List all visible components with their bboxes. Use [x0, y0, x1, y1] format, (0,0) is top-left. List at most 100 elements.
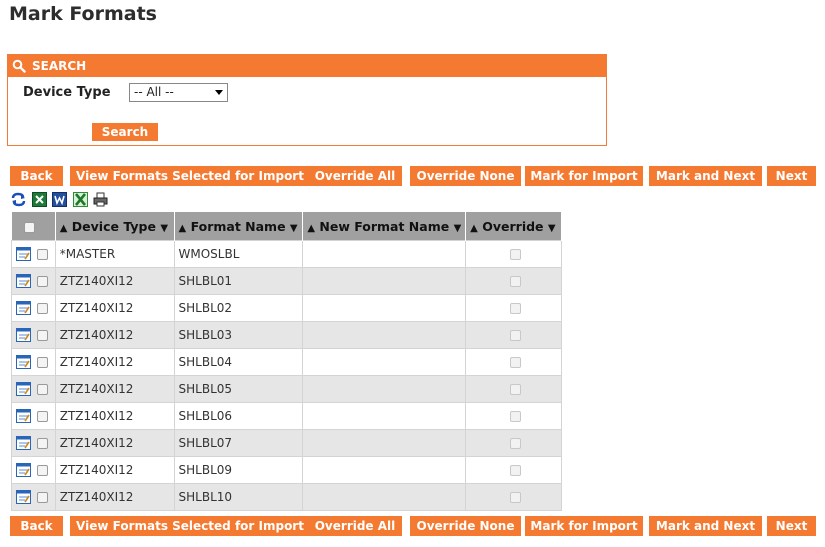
override-all-button[interactable]: Override All	[308, 166, 402, 186]
edit-icon[interactable]	[16, 409, 31, 424]
row-select-cell	[11, 456, 56, 484]
sort-desc-icon[interactable]: ▼	[160, 223, 168, 234]
sort-asc-icon[interactable]: ▲	[307, 223, 315, 234]
word-icon[interactable]	[52, 192, 67, 207]
mark-for-import-button[interactable]: Mark for Import	[525, 516, 643, 536]
device-type-cell: *MASTER	[54, 240, 175, 268]
edit-icon[interactable]	[16, 490, 31, 505]
edit-icon[interactable]	[16, 274, 31, 289]
mark-and-next-button[interactable]: Mark and Next	[649, 166, 762, 186]
override-checkbox[interactable]	[510, 411, 522, 422]
row-checkbox[interactable]	[37, 464, 48, 476]
device-type-cell: ZTZ140XI12	[54, 375, 175, 403]
new-format-name-cell[interactable]	[302, 294, 467, 322]
new-format-name-cell[interactable]	[302, 240, 467, 268]
edit-icon[interactable]	[16, 463, 31, 478]
row-select-cell	[11, 483, 56, 511]
column-header-device-type[interactable]: ▲ Device Type ▼	[55, 212, 175, 241]
row-checkbox[interactable]	[37, 275, 48, 287]
device-type-select[interactable]: -- All --	[129, 83, 228, 102]
next-button[interactable]: Next	[767, 166, 816, 186]
new-format-name-cell[interactable]	[302, 456, 467, 484]
column-header-override[interactable]: ▲ Override ▼	[465, 212, 562, 241]
mark-and-next-button[interactable]: Mark and Next	[649, 516, 762, 536]
sort-asc-icon[interactable]: ▲	[179, 223, 187, 234]
override-cell	[465, 483, 562, 511]
next-button[interactable]: Next	[767, 516, 816, 536]
edit-icon[interactable]	[16, 382, 31, 397]
override-none-button[interactable]: Override None	[410, 516, 521, 536]
edit-icon[interactable]	[16, 355, 31, 370]
override-checkbox[interactable]	[510, 303, 522, 314]
new-format-name-cell[interactable]	[302, 348, 467, 376]
row-checkbox[interactable]	[37, 383, 48, 395]
format-name-cell: SHLBL04	[173, 348, 304, 376]
sort-desc-icon[interactable]: ▼	[548, 223, 556, 234]
override-checkbox[interactable]	[510, 276, 522, 287]
new-format-name-cell[interactable]	[302, 402, 467, 430]
back-button[interactable]: Back	[10, 166, 63, 186]
override-none-button[interactable]: Override None	[410, 166, 521, 186]
back-button[interactable]: Back	[10, 516, 63, 536]
search-button[interactable]: Search	[92, 123, 158, 141]
excel-export-icon[interactable]	[73, 192, 88, 207]
column-header-format-name[interactable]: ▲ Format Name ▼	[174, 212, 304, 241]
new-format-name-cell[interactable]	[302, 321, 467, 349]
new-format-name-cell[interactable]	[302, 483, 467, 511]
row-checkbox[interactable]	[37, 410, 48, 422]
search-header: SEARCH	[8, 55, 606, 77]
row-checkbox[interactable]	[37, 491, 48, 503]
column-header-new-format-name[interactable]: ▲ New Format Name ▼	[302, 212, 467, 241]
column-label-device-type: Device Type	[71, 218, 156, 234]
table-header-row: ▲ Device Type ▼ ▲ Format Name ▼ ▲ New Fo…	[11, 212, 562, 241]
excel-icon[interactable]	[32, 192, 47, 207]
view-selected-button[interactable]: View Formats Selected for Import	[70, 516, 310, 536]
new-format-name-cell[interactable]	[302, 267, 467, 295]
print-icon[interactable]	[93, 192, 108, 207]
select-all-header	[11, 212, 56, 241]
formats-table: ▲ Device Type ▼ ▲ Format Name ▼ ▲ New Fo…	[11, 212, 562, 511]
chevron-down-icon	[215, 90, 223, 95]
override-checkbox[interactable]	[510, 384, 522, 395]
select-all-checkbox[interactable]	[23, 221, 35, 233]
row-checkbox[interactable]	[37, 356, 48, 368]
sort-desc-icon[interactable]: ▼	[454, 223, 462, 234]
row-checkbox[interactable]	[37, 248, 48, 260]
format-name-cell: SHLBL03	[173, 321, 304, 349]
override-checkbox[interactable]	[510, 465, 522, 476]
override-checkbox[interactable]	[510, 249, 522, 260]
row-select-cell	[11, 402, 56, 430]
sort-asc-icon[interactable]: ▲	[470, 223, 478, 234]
mark-for-import-button[interactable]: Mark for Import	[525, 166, 643, 186]
edit-icon[interactable]	[16, 436, 31, 451]
device-type-cell: ZTZ140XI12	[54, 321, 175, 349]
device-type-cell: ZTZ140XI12	[54, 429, 175, 457]
edit-icon[interactable]	[16, 301, 31, 316]
table-row: ZTZ140XI12 SHLBL07	[11, 429, 562, 457]
override-checkbox[interactable]	[510, 438, 522, 449]
row-checkbox[interactable]	[37, 329, 48, 341]
refresh-icon[interactable]	[11, 192, 26, 207]
edit-icon[interactable]	[16, 328, 31, 343]
new-format-name-cell[interactable]	[302, 429, 467, 457]
row-checkbox[interactable]	[37, 437, 48, 449]
row-select-cell	[11, 429, 56, 457]
row-checkbox[interactable]	[37, 302, 48, 314]
edit-icon[interactable]	[16, 247, 31, 262]
column-label-format-name: Format Name	[190, 218, 286, 234]
table-body: *MASTER WMOSLBL ZTZ140XI12 SHLBL01 ZTZ14…	[11, 240, 562, 511]
override-all-button[interactable]: Override All	[308, 516, 402, 536]
format-name-cell: SHLBL01	[173, 267, 304, 295]
override-checkbox[interactable]	[510, 330, 522, 341]
sort-asc-icon[interactable]: ▲	[60, 223, 68, 234]
column-label-override: Override	[482, 218, 544, 234]
view-selected-button[interactable]: View Formats Selected for Import	[70, 166, 310, 186]
table-row: ZTZ140XI12 SHLBL09	[11, 456, 562, 484]
sort-desc-icon[interactable]: ▼	[290, 223, 298, 234]
row-select-cell	[11, 294, 56, 322]
table-row: ZTZ140XI12 SHLBL06	[11, 402, 562, 430]
override-checkbox[interactable]	[510, 357, 522, 368]
override-cell	[465, 456, 562, 484]
override-checkbox[interactable]	[510, 492, 522, 503]
new-format-name-cell[interactable]	[302, 375, 467, 403]
